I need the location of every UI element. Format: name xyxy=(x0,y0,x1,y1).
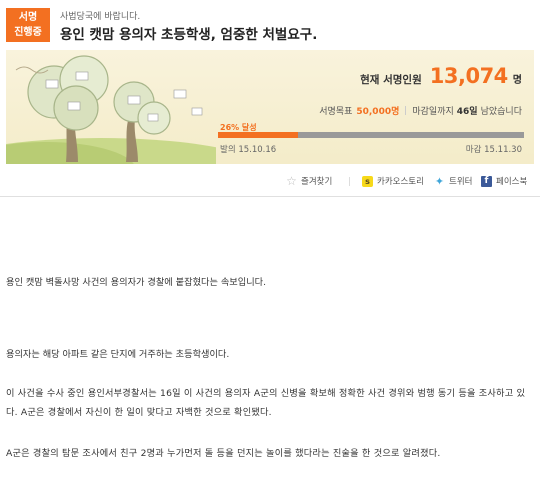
progress-bar-fill xyxy=(218,132,298,138)
twitter-bird-icon: ✦ xyxy=(434,174,445,188)
deadline-prefix: 마감일까지 xyxy=(412,107,454,117)
tree-illustration xyxy=(6,55,216,164)
article-paragraph: 용의자는 해당 아파트 같은 단지에 거주하는 초등학생이다. xyxy=(6,349,230,360)
goal-separator xyxy=(405,106,407,115)
petition-header: 서명 진행중 사법당국에 바랍니다. 용인 캣맘 용의자 초등학생, 엄중한 처… xyxy=(6,8,536,44)
share-bar: ☆ 즐겨찾기 s 카카오스토리 ✦ 트위터 f 페이스북 xyxy=(0,172,534,192)
kakaostory-icon: s xyxy=(362,175,373,187)
twitter-label: 트위터 xyxy=(449,177,473,187)
petition-title: 용인 캣맘 용의자 초등학생, 엄중한 처벌요구. xyxy=(60,27,318,43)
share-separator xyxy=(349,177,350,186)
article-paragraph: A군은 경찰의 탐문 조사에서 친구 2명과 누가먼저 돌 등을 던지는 놀이를… xyxy=(6,448,441,459)
status-badge-line2: 진행중 xyxy=(14,27,42,38)
star-icon: ☆ xyxy=(286,173,297,188)
days-left: 46일 xyxy=(456,107,478,117)
deadline-suffix: 남았습니다 xyxy=(480,107,522,117)
start-date: 발의 15.10.16 xyxy=(220,145,277,155)
petition-recipient: 사법당국에 바랍니다. xyxy=(60,12,141,22)
facebook-label: 페이스북 xyxy=(496,177,528,187)
facebook-button[interactable]: f 페이스북 xyxy=(481,175,527,187)
signature-count-unit: 명 xyxy=(512,75,522,86)
content-divider xyxy=(0,196,540,197)
signature-banner: 현재 서명인원 13,074 명 서명목표 50,000명 마감일까지 46일 … xyxy=(6,50,534,164)
kakaostory-label: 카카오스토리 xyxy=(377,177,424,187)
signature-count-row: 현재 서명인원 13,074 명 xyxy=(360,64,522,88)
goal-label: 서명목표 xyxy=(319,107,353,117)
progress-bar xyxy=(218,132,524,138)
twitter-button[interactable]: ✦ 트위터 xyxy=(434,174,473,188)
bookmark-label: 즐겨찾기 xyxy=(301,177,333,187)
signature-count: 13,074 xyxy=(429,64,509,88)
kakaostory-button[interactable]: s 카카오스토리 xyxy=(362,175,424,187)
end-date: 마감 15.11.30 xyxy=(465,145,522,155)
facebook-icon: f xyxy=(481,175,492,187)
status-badge: 서명 진행중 xyxy=(6,8,50,42)
article-paragraph: 이 사건을 수사 중인 용인서부경찰서는 16일 이 사건의 용의자 A군의 신… xyxy=(6,388,526,418)
goal-value: 50,000명 xyxy=(356,107,400,117)
status-badge-line1: 서명 xyxy=(18,12,38,23)
bookmark-button[interactable]: ☆ 즐겨찾기 xyxy=(286,173,333,188)
article-paragraph: 용인 캣맘 벽돌사망 사건의 용의자가 경찰에 붙잡혔다는 속보입니다. xyxy=(6,277,267,288)
signature-goal-row: 서명목표 50,000명 마감일까지 46일 남았습니다 xyxy=(319,104,522,117)
signature-count-label: 현재 서명인원 xyxy=(360,74,422,86)
